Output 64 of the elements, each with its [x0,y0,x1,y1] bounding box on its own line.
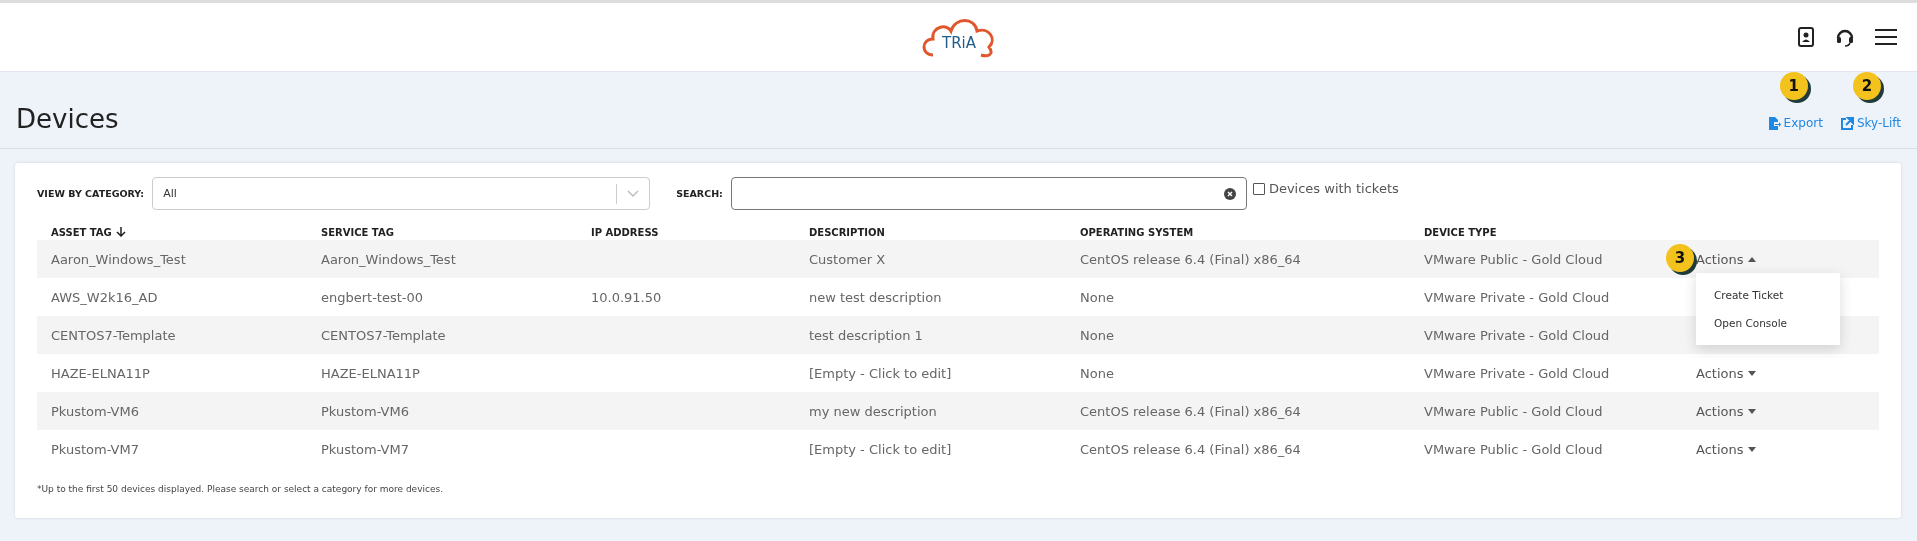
column-header[interactable]: OPERATING SYSTEM [1080,226,1424,238]
file-export-icon [1767,116,1781,130]
table-cell: AWS_W2k16_AD [51,289,158,305]
table-cell: CENTOS7-Template [51,327,176,343]
table-cell: engbert-test-00 [321,289,424,305]
headset-icon[interactable] [1835,27,1855,47]
column-header[interactable]: IP ADDRESS [591,226,809,238]
tickets-checkbox[interactable]: Devices with tickets [1252,181,1399,196]
table-cell: VMware Private - Gold Cloud [1424,289,1610,305]
step-badge: 2 [1852,72,1881,100]
table-cell: CentOS release 6.4 (Final) x86_64 [1080,251,1301,267]
column-header[interactable]: DEVICE TYPE [1424,226,1696,238]
table-cell: VMware Private - Gold Cloud [1424,327,1610,343]
table-cell: Customer X [809,251,886,267]
table-cell: HAZE-ELNA11P [321,365,420,381]
step-badge: 3 [1666,244,1694,272]
menu-icon[interactable] [1875,28,1897,46]
actions-dropdown[interactable]: Actions [1696,365,1756,381]
table-cell: Pkustom-VM6 [51,403,139,419]
table-cell: [Empty - Click to edit] [809,441,952,457]
actions-dropdown[interactable]: Actions [1696,251,1756,267]
table-cell: Pkustom-VM7 [51,441,139,457]
table-cell: test description 1 [809,327,923,343]
contact-book-icon[interactable] [1797,27,1815,47]
table-cell: Aaron_Windows_Test [51,251,186,267]
caret-icon [1747,408,1756,414]
column-header[interactable]: SERVICE TAG [321,226,591,238]
table-cell: my new description [809,403,937,419]
actions-dropdown[interactable]: Actions [1696,441,1756,457]
filter-label: SEARCH: [676,188,723,199]
caret-icon [1747,256,1756,262]
table-cell: None [1080,327,1114,343]
menu-item[interactable]: Open Console [1696,309,1840,337]
table-cell: VMware Private - Gold Cloud [1424,365,1610,381]
table-cell: Pkustom-VM7 [321,441,409,457]
table-cell: new test description [809,289,942,305]
search-field[interactable] [730,177,1247,210]
chevron-down-icon [627,189,640,198]
clear-icon[interactable] [1223,187,1236,200]
filter-label: VIEW BY CATEGORY: [37,188,145,199]
footnote: *Up to the first 50 devices displayed. Please search or select a category for more devices. [37,484,444,494]
actions-dropdown[interactable]: Actions [1696,403,1756,419]
caret-icon [1747,370,1756,376]
table-cell: VMware Public - Gold Cloud [1424,251,1603,267]
column-header[interactable]: ASSET TAG [51,226,321,238]
category-dropdown[interactable]: All [152,177,651,210]
external-link-icon [1840,116,1854,130]
table-cell: VMware Public - Gold Cloud [1424,403,1603,419]
table-cell: CentOS release 6.4 (Final) x86_64 [1080,403,1301,419]
caret-icon [1747,446,1756,452]
table-cell: Pkustom-VM6 [321,403,409,419]
table-cell: CentOS release 6.4 (Final) x86_64 [1080,441,1301,457]
page-title: Devices [16,104,119,134]
menu-item[interactable]: Create Ticket [1696,281,1840,309]
table-cell: Aaron_Windows_Test [321,251,456,267]
table-cell: HAZE-ELNA11P [51,365,150,381]
table-cell: CENTOS7-Template [321,327,446,343]
table-cell: None [1080,289,1114,305]
table-cell: [Empty - Click to edit] [809,365,952,381]
step-badge: 1 [1779,72,1808,100]
table-cell: 10.0.91.50 [591,289,662,305]
table-cell: VMware Public - Gold Cloud [1424,441,1603,457]
table-cell: None [1080,365,1114,381]
column-header[interactable]: DESCRIPTION [809,226,1080,238]
